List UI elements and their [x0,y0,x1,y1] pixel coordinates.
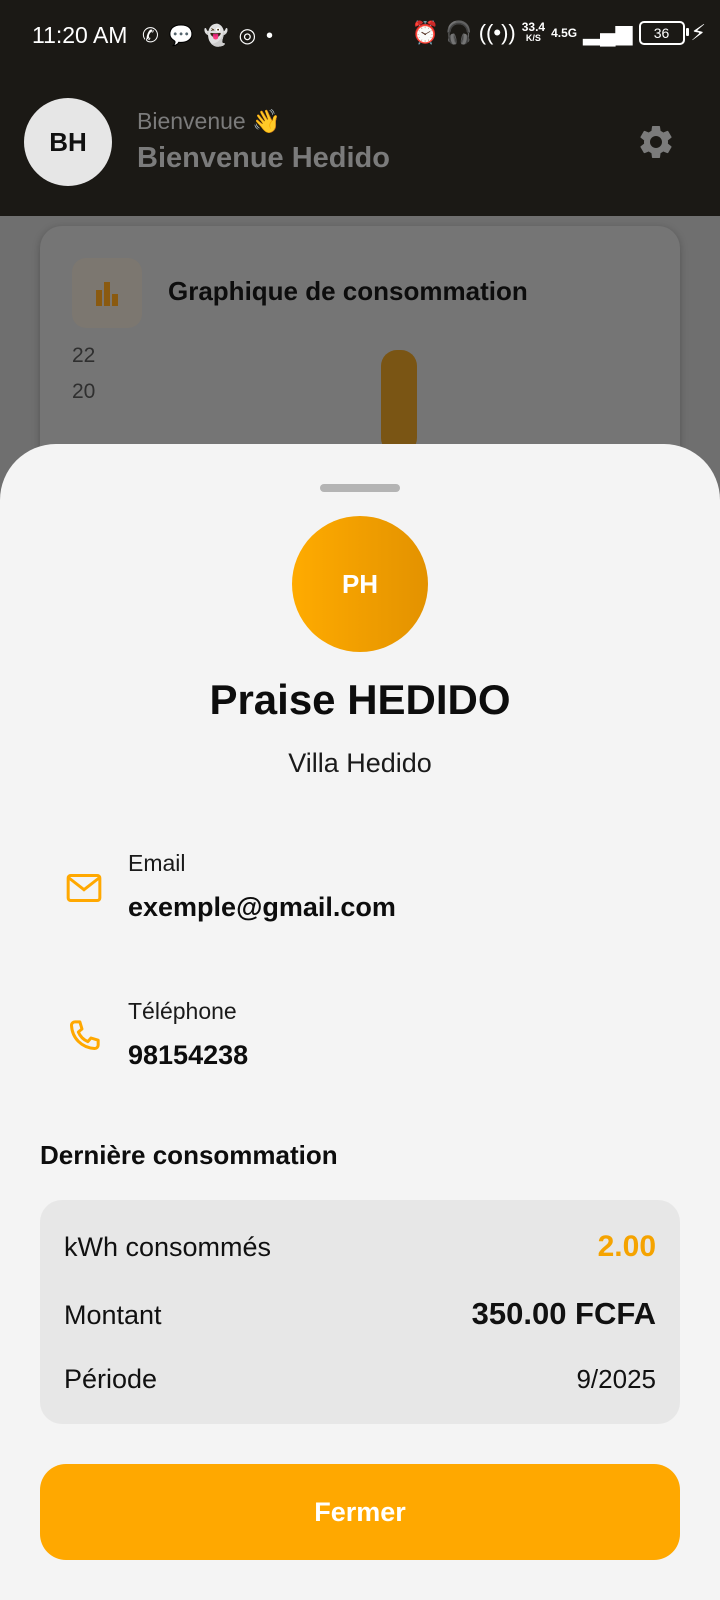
chart-icon-box [72,258,142,328]
status-time: 11:20 AM [32,22,128,48]
charging-icon: ⚡ [690,20,706,45]
chart-title: Graphique de consommation [168,276,528,306]
bar-chart-icon [96,282,118,306]
notification-icons: ✆ 💬 👻 ◎ • [142,24,273,48]
dot-icon: • [266,25,274,47]
greeting-small: Bienvenue 👋 [137,108,281,134]
period-value: 9/2025 [576,1364,656,1394]
whatsapp-icon: ✆ [142,25,159,47]
user-avatar[interactable]: BH [24,98,112,186]
kwh-label: kWh consommés [64,1232,272,1262]
system-icons: ⏰ 🎧 ((•)) 33.4 K/S 4.5G ▂▄▆ 36 ⚡ [412,20,706,46]
profile-location: Villa Hedido [288,748,432,778]
headphones-icon: 🎧 [445,20,473,45]
net-speed: 33.4 K/S [521,20,546,43]
network-type: 4.5G [551,26,578,40]
mail-icon [66,874,102,902]
greeting-title: Bienvenue Hedido [137,142,390,174]
close-button[interactable]: Fermer [40,1464,680,1560]
y-tick-label: 20 [72,380,96,403]
battery-indicator: 36 [638,21,689,45]
status-bar: 11:20 AM ✆ 💬 👻 ◎ • ⏰ 🎧 ((•)) 33.4 K/S 4.… [0,0,720,72]
kwh-value: 2.00 [597,1230,656,1263]
profile-name: Praise HEDIDO [209,676,511,723]
period-label: Période [64,1364,158,1394]
amount-label: Montant [64,1300,162,1330]
hotspot-icon: ((•)) [478,20,516,45]
last-consumption-title: Dernière consommation [40,1140,338,1170]
snapchat-icon: 👻 [203,25,229,47]
gear-icon[interactable] [636,122,676,162]
sheet-drag-handle[interactable] [320,484,400,492]
app-header: BH Bienvenue 👋 Bienvenue Hedido [0,72,720,216]
app-icon: ◎ [238,25,257,47]
phone-icon [70,1020,100,1050]
email-label: Email [128,850,186,876]
alarm-icon: ⏰ [411,20,440,45]
profile-avatar: PH [292,516,428,652]
email-value: exemple@gmail.com [128,892,396,922]
phone-value: 98154238 [128,1040,249,1070]
phone-label: Téléphone [128,998,237,1024]
chat-icon: 💬 [168,25,194,47]
y-tick-label: 22 [72,344,96,367]
signal-icon: ▂▄▆ [583,20,633,45]
amount-value: 350.00 FCFA [471,1296,656,1331]
